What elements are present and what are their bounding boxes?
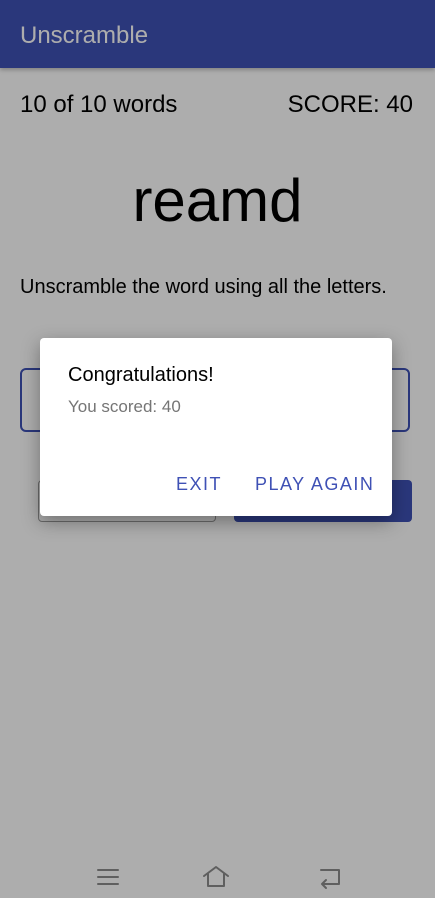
home-icon[interactable] — [201, 864, 231, 890]
system-nav-bar — [0, 856, 435, 898]
back-icon[interactable] — [315, 864, 345, 890]
score-dialog: Congratulations! You scored: 40 EXIT PLA… — [40, 338, 392, 516]
dialog-title: Congratulations! — [68, 364, 214, 386]
menu-icon[interactable] — [94, 864, 124, 890]
dialog-message: You scored: 40 — [68, 397, 181, 416]
play-again-button[interactable]: PLAY AGAIN — [255, 472, 374, 496]
exit-button[interactable]: EXIT — [176, 472, 222, 496]
